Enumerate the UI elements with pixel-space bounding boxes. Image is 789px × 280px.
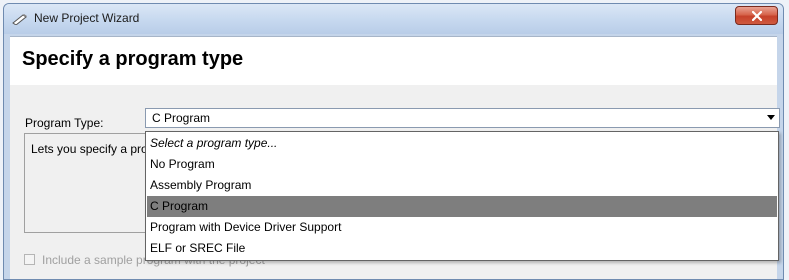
header-panel: Specify a program type [10, 36, 777, 86]
dropdown-item-device-driver[interactable]: Program with Device Driver Support [147, 217, 777, 238]
dropdown-item-assembly-program[interactable]: Assembly Program [147, 175, 777, 196]
wand-icon [12, 14, 27, 25]
program-type-dropdown[interactable]: Select a program type... No Program Asse… [145, 131, 779, 261]
dropdown-item-no-program[interactable]: No Program [147, 154, 777, 175]
page-title: Specify a program type [22, 48, 244, 70]
dropdown-item-c-program[interactable]: C Program [147, 196, 777, 217]
program-type-label: Program Type: [25, 116, 104, 130]
wizard-window: New Project Wizard Specify a program typ… [3, 3, 784, 280]
include-sample-checkbox[interactable] [24, 254, 35, 265]
window-title: New Project Wizard [34, 11, 140, 25]
dropdown-item-placeholder[interactable]: Select a program type... [147, 133, 777, 154]
close-icon [751, 10, 762, 21]
program-type-value: C Program [152, 111, 211, 125]
dropdown-item-elf-srec[interactable]: ELF or SREC File [147, 238, 777, 259]
close-button[interactable] [735, 6, 778, 25]
title-bar[interactable]: New Project Wizard [4, 4, 783, 34]
chevron-down-icon [767, 115, 775, 120]
program-type-select[interactable]: C Program [145, 108, 780, 128]
